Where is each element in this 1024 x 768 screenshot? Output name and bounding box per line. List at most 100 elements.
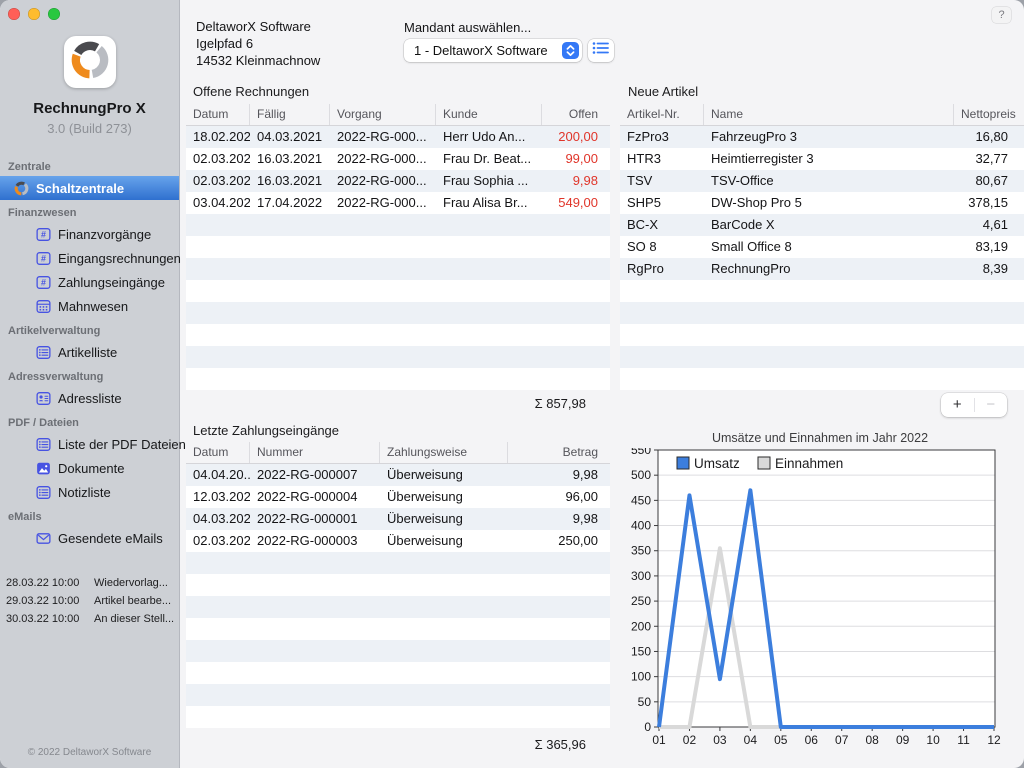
table-cell [542,236,610,258]
table-row[interactable] [620,346,1024,368]
table-row[interactable] [186,280,610,302]
table-row[interactable] [186,552,610,574]
table-row[interactable] [186,258,610,280]
table-cell [954,368,1024,390]
table-cell: 2022-RG-000... [330,148,436,170]
table-row[interactable] [620,280,1024,302]
reminder-item[interactable]: 28.03.22 10:00Wiedervorlag... [0,574,179,592]
svg-text:05: 05 [774,733,788,747]
table-row[interactable]: BC-XBarCode X4,61 [620,214,1024,236]
table-row[interactable] [186,324,610,346]
column-header[interactable]: Offen [542,104,610,125]
sidebar-item-schaltzentrale[interactable]: Schaltzentrale [0,176,179,200]
column-header[interactable]: Kunde [436,104,542,125]
mandant-list-button[interactable] [588,39,614,62]
offene-rechnungen-table: DatumFälligVorgangKundeOffen18.02.202204… [186,104,610,390]
sidebar-item-adressliste[interactable]: Adressliste [0,386,179,410]
table-row[interactable] [620,302,1024,324]
table-row[interactable] [620,324,1024,346]
add-button[interactable]: + [941,393,974,417]
column-header[interactable]: Betrag [508,442,610,463]
table-row[interactable]: 04.04.20...2022-RG-000007Überweisung9,98 [186,464,610,486]
table-cell: TSV-Office [704,170,954,192]
column-header[interactable]: Fällig [250,104,330,125]
column-header[interactable]: Vorgang [330,104,436,125]
table-row[interactable]: 02.03.202216.03.20212022-RG-000...Frau D… [186,148,610,170]
table-cell [954,346,1024,368]
table-row[interactable]: 02.03.202216.03.20212022-RG-000...Frau S… [186,170,610,192]
table-row[interactable]: 04.03.20222022-RG-000001Überweisung9,98 [186,508,610,530]
reminder-item[interactable]: 30.03.22 10:00An dieser Stell... [0,610,179,628]
table-row[interactable] [186,662,610,684]
table-row[interactable]: 12.03.20222022-RG-000004Überweisung96,00 [186,486,610,508]
table-row[interactable] [186,302,610,324]
sidebar-item-liste-der-pdf-dateien[interactable]: Liste der PDF Dateien [0,432,179,456]
column-header[interactable]: Zahlungsweise [380,442,508,463]
reminder-item[interactable]: 29.03.22 10:00Artikel bearbe... [0,592,179,610]
sidebar-item-artikelliste[interactable]: Artikelliste [0,340,179,364]
column-header[interactable]: Datum [186,104,250,125]
table-row[interactable]: FzPro3FahrzeugPro 316,80 [620,126,1024,148]
minimize-window-button[interactable] [28,8,40,20]
table-cell [436,368,542,390]
table-cell [508,684,610,706]
mandant-select[interactable]: 1 - DeltaworX Software [404,39,582,62]
table-row[interactable] [186,368,610,390]
sidebar-item-mahnwesen[interactable]: Mahnwesen [0,294,179,318]
column-header[interactable]: Nummer [250,442,380,463]
copyright-text: © 2022 DeltaworX Software [0,747,179,758]
column-header[interactable]: Name [704,104,954,125]
table-row[interactable] [186,684,610,706]
remove-button[interactable]: − [975,393,1008,417]
table-header: DatumNummerZahlungsweiseBetrag [186,442,610,464]
table-row[interactable]: 02.03.20222022-RG-000003Überweisung250,0… [186,530,610,552]
close-window-button[interactable] [8,8,20,20]
table-cell [620,302,704,324]
table-row[interactable] [186,214,610,236]
sidebar-item-notizliste[interactable]: Notizliste [0,480,179,504]
table-row[interactable]: RgProRechnungPro8,39 [620,258,1024,280]
table-cell: DW-Shop Pro 5 [704,192,954,214]
image-icon [36,461,51,476]
table-row[interactable]: 18.02.202204.03.20212022-RG-000...Herr U… [186,126,610,148]
svg-text:06: 06 [805,733,819,747]
table-row[interactable] [186,346,610,368]
table-cell: TSV [620,170,704,192]
sidebar-item-zahlungseing-nge[interactable]: #Zahlungseingänge [0,270,179,294]
sidebar-item-finanzvorg-nge[interactable]: #Finanzvorgänge [0,222,179,246]
company-address: DeltaworX Software Igelpfad 6 14532 Klei… [196,18,320,69]
table-row[interactable] [620,368,1024,390]
table-row[interactable]: 03.04.202217.04.20222022-RG-000...Frau A… [186,192,610,214]
table-cell: 99,00 [542,148,610,170]
table-cell: Small Office 8 [704,236,954,258]
table-row[interactable] [186,236,610,258]
table-row[interactable]: HTR3Heimtierregister 332,77 [620,148,1024,170]
table-row[interactable] [186,618,610,640]
table-row[interactable]: TSVTSV-Office80,67 [620,170,1024,192]
table-row[interactable] [186,596,610,618]
table-cell: 2022-RG-000... [330,126,436,148]
column-header[interactable]: Nettopreis [954,104,1024,125]
table-row[interactable] [186,640,610,662]
chart-range-control: + − [941,393,1007,417]
table-cell [436,236,542,258]
table-cell: 2022-RG-000003 [250,530,380,552]
column-header[interactable]: Artikel-Nr. [620,104,704,125]
sidebar-item-dokumente[interactable]: Dokumente [0,456,179,480]
sidebar-item-label: Finanzvorgänge [58,227,151,242]
table-cell: 2022-RG-000001 [250,508,380,530]
table-cell [250,706,380,728]
zoom-window-button[interactable] [48,8,60,20]
sidebar-navigation: ZentraleSchaltzentraleFinanzwesen#Finanz… [0,154,179,550]
sidebar-item-eingangsrechnungen[interactable]: #Eingangsrechnungen [0,246,179,270]
table-row[interactable]: SO 8Small Office 883,19 [620,236,1024,258]
table-row[interactable]: SHP5DW-Shop Pro 5378,15 [620,192,1024,214]
help-button[interactable]: ? [992,7,1011,23]
table-cell [380,640,508,662]
table-row[interactable] [186,706,610,728]
sidebar-item-gesendete-emails[interactable]: Gesendete eMails [0,526,179,550]
table-cell [186,662,250,684]
column-header[interactable]: Datum [186,442,250,463]
table-cell: 83,19 [954,236,1024,258]
table-row[interactable] [186,574,610,596]
